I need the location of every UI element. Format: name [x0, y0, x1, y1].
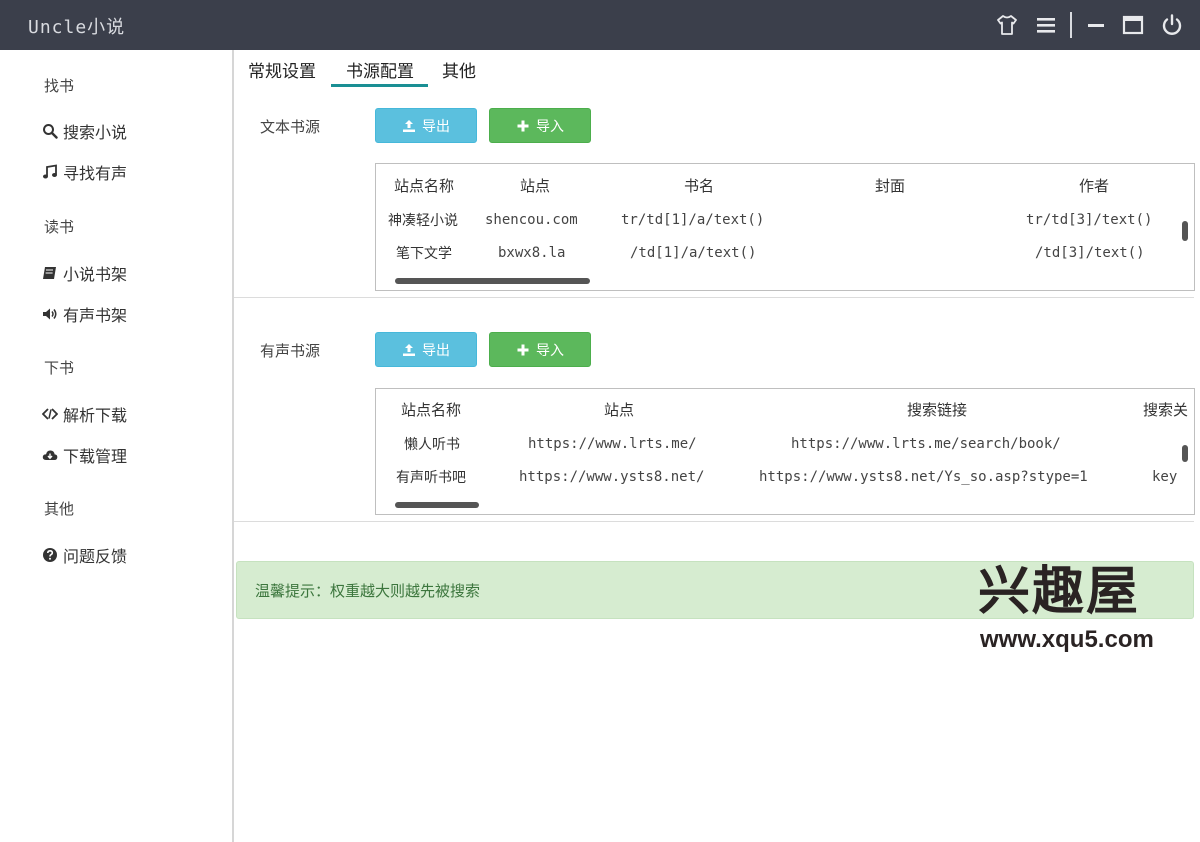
tab-source-config[interactable]: 书源配置	[346, 57, 414, 82]
section-divider	[234, 521, 1194, 522]
upload-icon	[403, 343, 415, 356]
import-label: 导入	[536, 118, 564, 135]
minimize-icon[interactable]	[1084, 13, 1108, 37]
sidebar-item-label: 搜索小说	[63, 123, 128, 142]
table-cell[interactable]: 有声听书吧	[396, 467, 466, 487]
table-cell[interactable]: /td[3]/text()	[1035, 245, 1145, 261]
sidebar-item-label: 下载管理	[63, 447, 128, 466]
audio-source-label: 有声书源	[260, 342, 321, 360]
sidebar-group-download: 下书	[44, 359, 75, 377]
text-source-import-button[interactable]: 导入	[489, 108, 591, 143]
table-cell[interactable]: tr/td[3]/text()	[1026, 212, 1152, 228]
sidebar-item-audio-shelf[interactable]: 有声书架	[42, 302, 127, 326]
sidebar-group-find: 找书	[44, 77, 75, 95]
title-bar: Uncle小说	[0, 0, 1200, 50]
sidebar-item-label: 寻找有声	[63, 164, 128, 183]
audio-source-export-button[interactable]: 导出	[375, 332, 477, 367]
import-label: 导入	[536, 342, 564, 359]
table-cell[interactable]: https://www.ysts8.net/Ys_so.asp?stype=1	[759, 469, 1088, 485]
sidebar-group-other: 其他	[44, 500, 75, 518]
audio-source-import-button[interactable]: 导入	[489, 332, 591, 367]
text-source-label: 文本书源	[260, 118, 321, 136]
sidebar-item-novel-shelf[interactable]: 小说书架	[42, 261, 127, 285]
menu-icon[interactable]	[1034, 13, 1058, 37]
column-header: 书名	[684, 177, 715, 195]
sidebar-item-parse-download[interactable]: 解析下载	[42, 402, 127, 426]
active-tab-indicator	[331, 84, 428, 87]
table-cell[interactable]: /td[1]/a/text()	[630, 245, 756, 261]
section-divider	[234, 297, 1194, 298]
music-icon	[43, 164, 57, 179]
column-header: 搜索关	[1143, 401, 1189, 419]
vertical-scrollbar[interactable]	[1182, 221, 1188, 241]
sidebar-item-label: 问题反馈	[63, 547, 128, 566]
sidebar-item-feedback[interactable]: 问题反馈	[42, 543, 127, 567]
table-cell[interactable]: 懒人听书	[404, 434, 460, 454]
vertical-scrollbar[interactable]	[1182, 445, 1188, 462]
column-header: 作者	[1079, 177, 1110, 195]
tab-general-settings[interactable]: 常规设置	[248, 57, 316, 82]
maximize-icon[interactable]	[1121, 13, 1145, 37]
table-cell[interactable]: key	[1152, 469, 1177, 485]
table-cell[interactable]: bxwx8.la	[498, 245, 565, 261]
column-header: 搜索链接	[907, 401, 968, 419]
sidebar-item-find-audio[interactable]: 寻找有声	[42, 160, 127, 184]
column-header: 站点名称	[394, 177, 455, 195]
tip-alert-text: 温馨提示：权重越大则越先被搜索	[255, 582, 481, 600]
cloud-download-icon	[42, 450, 58, 460]
watermark-url: www.xqu5.com	[980, 626, 1154, 653]
tab-other[interactable]: 其他	[442, 57, 476, 82]
app-title: Uncle小说	[28, 17, 126, 38]
sidebar-group-read: 读书	[44, 218, 75, 236]
table-cell[interactable]: https://www.lrts.me/search/book/	[791, 436, 1061, 452]
text-source-table: 站点名称 站点 书名 封面 作者 神凑轻小说 shencou.com tr/td…	[375, 163, 1195, 291]
plus-icon	[517, 344, 529, 355]
table-cell[interactable]: tr/td[1]/a/text()	[621, 212, 764, 228]
text-source-export-button[interactable]: 导出	[375, 108, 477, 143]
table-cell[interactable]: 笔下文学	[396, 243, 452, 263]
upload-icon	[403, 119, 415, 132]
sidebar-item-search-novel[interactable]: 搜索小说	[42, 119, 127, 143]
plus-icon	[517, 120, 529, 131]
column-header: 站点名称	[401, 401, 462, 419]
volume-icon	[43, 308, 57, 320]
search-icon	[43, 124, 58, 139]
sidebar-item-download-manager[interactable]: 下载管理	[42, 443, 127, 467]
export-label: 导出	[422, 342, 450, 359]
column-header: 站点	[520, 177, 551, 195]
column-header: 封面	[875, 177, 906, 195]
power-icon[interactable]	[1160, 13, 1184, 37]
table-cell[interactable]: shencou.com	[485, 212, 578, 228]
audio-source-table: 站点名称 站点 搜索链接 搜索关 懒人听书 https://www.lrts.m…	[375, 388, 1195, 515]
watermark-logo: 兴趣屋	[978, 562, 1141, 622]
question-icon	[43, 548, 57, 562]
table-cell[interactable]: 神凑轻小说	[388, 210, 458, 230]
book-icon	[43, 267, 56, 279]
titlebar-separator	[1070, 12, 1072, 38]
sidebar-item-label: 小说书架	[63, 265, 128, 284]
horizontal-scrollbar[interactable]	[395, 278, 590, 284]
sidebar-item-label: 有声书架	[63, 306, 128, 325]
sidebar-item-label: 解析下载	[63, 406, 128, 425]
shirt-icon[interactable]	[995, 13, 1019, 37]
table-cell[interactable]: https://www.lrts.me/	[528, 436, 697, 452]
export-label: 导出	[422, 118, 450, 135]
column-header: 站点	[604, 401, 635, 419]
horizontal-scrollbar[interactable]	[395, 502, 479, 508]
table-cell[interactable]: https://www.ysts8.net/	[519, 469, 704, 485]
code-icon	[42, 408, 58, 420]
